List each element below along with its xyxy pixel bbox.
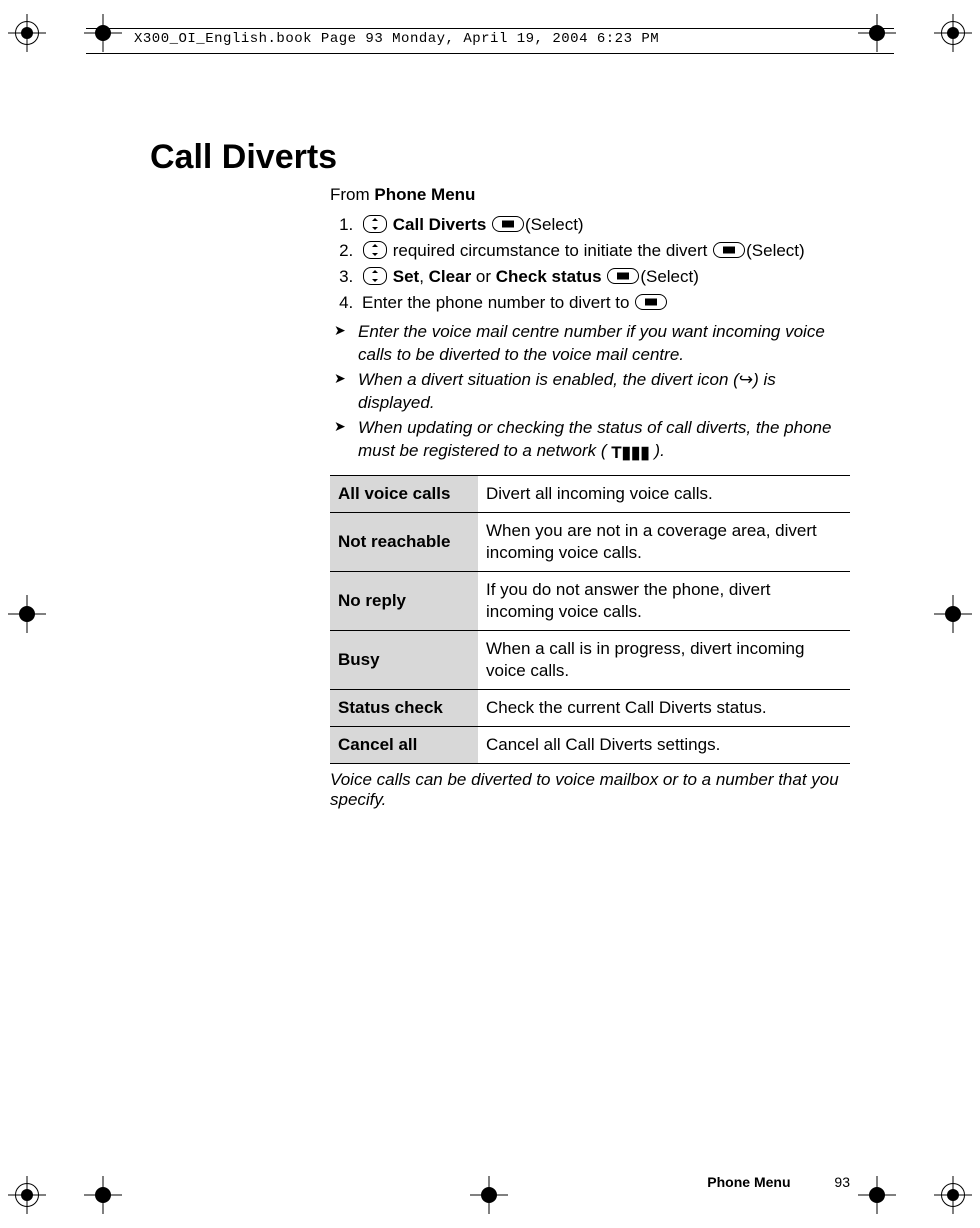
table-label: Status check (330, 690, 478, 727)
note-3: When updating or checking the status of … (330, 417, 850, 465)
step-2: required circumstance to initiate the di… (358, 241, 850, 261)
table-row: Busy When a call is in progress, divert … (330, 631, 850, 690)
note-3-pre: When updating or checking the status of … (358, 418, 831, 460)
table-label: No reply (330, 571, 478, 630)
table-desc: If you do not answer the phone, divert i… (478, 571, 850, 630)
below-table-note: Voice calls can be diverted to voice mai… (330, 770, 850, 810)
table-label: All voice calls (330, 475, 478, 512)
regmark-right-center (934, 595, 972, 633)
step-2-post: (Select) (746, 241, 805, 260)
regmark-bottom-inner-left (84, 1176, 122, 1214)
table-row: All voice calls Divert all incoming voic… (330, 475, 850, 512)
step-1: Call Diverts (Select) (358, 215, 850, 235)
step-1-post: (Select) (525, 215, 584, 234)
nav-key-icon (363, 215, 387, 233)
table-desc: When a call is in progress, divert incom… (478, 631, 850, 690)
soft-key-icon (492, 216, 524, 232)
nav-key-icon (363, 241, 387, 259)
table-row: Cancel all Cancel all Call Diverts setti… (330, 727, 850, 764)
step-3: Set, Clear or Check status (Select) (358, 267, 850, 287)
step-1-bold: Call Diverts (393, 215, 487, 234)
page-title: Call Diverts (150, 138, 850, 177)
regmark-bottom-left (8, 1176, 46, 1214)
steps-list: Call Diverts (Select) required circumsta… (330, 215, 850, 313)
step-3-bold3: Check status (496, 267, 602, 286)
soft-key-icon (713, 242, 745, 258)
note-2: When a divert situation is enabled, the … (330, 369, 850, 415)
step-3-mid: , (419, 267, 428, 286)
notes-list: Enter the voice mail centre number if yo… (330, 321, 850, 465)
regmark-left-center (8, 595, 46, 633)
step-3-bold2: Clear (429, 267, 472, 286)
table-desc: When you are not in a coverage area, div… (478, 512, 850, 571)
note-2-pre: When a divert situation is enabled, the … (358, 370, 739, 389)
page: X300_OI_English.book Page 93 Monday, Apr… (0, 0, 980, 1228)
divert-table: All voice calls Divert all incoming voic… (330, 475, 850, 765)
soft-key-icon (635, 294, 667, 310)
step-4-pre: Enter the phone number to divert to (362, 293, 634, 312)
signal-icon: T▮▮▮ (611, 442, 649, 465)
running-title: X300_OI_English.book Page 93 Monday, Apr… (134, 31, 659, 47)
table-desc: Check the current Call Diverts status. (478, 690, 850, 727)
from-prefix: From (330, 185, 374, 204)
table-desc: Divert all incoming voice calls. (478, 475, 850, 512)
table-label: Busy (330, 631, 478, 690)
step-2-pre: required circumstance to initiate the di… (393, 241, 712, 260)
regmark-top-left (8, 14, 46, 52)
running-header: X300_OI_English.book Page 93 Monday, Apr… (86, 28, 894, 54)
table-desc: Cancel all Call Diverts settings. (478, 727, 850, 764)
page-footer: Phone Menu 93 (707, 1174, 850, 1190)
divert-icon: ↪ (739, 370, 753, 389)
step-4: Enter the phone number to divert to (358, 293, 850, 313)
regmark-bottom-inner-right (858, 1176, 896, 1214)
nav-key-icon (363, 267, 387, 285)
regmark-bottom-right (934, 1176, 972, 1214)
footer-section: Phone Menu (707, 1174, 790, 1190)
table-label: Cancel all (330, 727, 478, 764)
step-3-post: (Select) (640, 267, 699, 286)
table-row: Not reachable When you are not in a cove… (330, 512, 850, 571)
regmark-bottom-center (470, 1176, 508, 1214)
step-3-bold1: Set (393, 267, 419, 286)
soft-key-icon (607, 268, 639, 284)
table-row: No reply If you do not answer the phone,… (330, 571, 850, 630)
table-row: Status check Check the current Call Dive… (330, 690, 850, 727)
step-3-mid2: or (471, 267, 496, 286)
note-1: Enter the voice mail centre number if yo… (330, 321, 850, 367)
body-column: From Phone Menu Call Diverts (Select) re… (330, 185, 850, 810)
from-line: From Phone Menu (330, 185, 850, 205)
note-3-post: ). (650, 441, 665, 460)
regmark-top-right (934, 14, 972, 52)
footer-page-number: 93 (834, 1174, 850, 1190)
table-label: Not reachable (330, 512, 478, 571)
content-area: Call Diverts From Phone Menu Call Divert… (130, 120, 850, 827)
from-menu: Phone Menu (374, 185, 475, 204)
